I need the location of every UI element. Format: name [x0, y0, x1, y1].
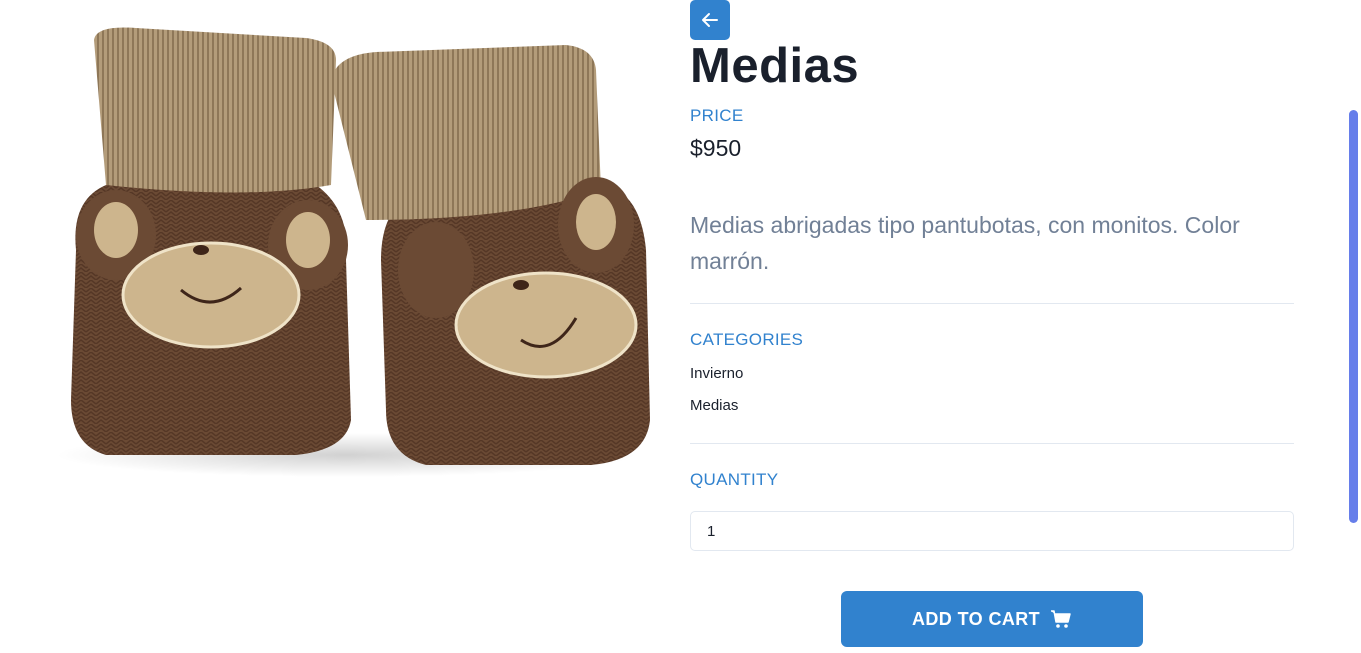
quantity-label: QUANTITY	[690, 470, 779, 489]
category-item: Invierno	[690, 365, 744, 382]
shopping-cart-icon	[1051, 610, 1071, 628]
product-title: Medias	[690, 39, 860, 93]
add-to-cart-label: ADD TO CART	[911, 608, 1041, 629]
category-item: Medias	[690, 397, 739, 414]
divider	[690, 303, 1294, 304]
product-price: $950	[690, 135, 742, 161]
price-label: PRICE	[690, 106, 744, 125]
back-button[interactable]	[690, 0, 730, 40]
product-description: Medias abrigadas tipo pantubotas, con mo…	[690, 212, 1240, 274]
quantity-input[interactable]	[690, 511, 1294, 551]
divider	[690, 443, 1294, 444]
scrollbar-thumb[interactable]	[1349, 110, 1358, 523]
categories-label: CATEGORIES	[690, 330, 804, 349]
product-image	[46, 0, 650, 480]
add-to-cart-button[interactable]: ADD TO CART	[841, 591, 1143, 647]
arrow-left-icon	[702, 13, 718, 27]
